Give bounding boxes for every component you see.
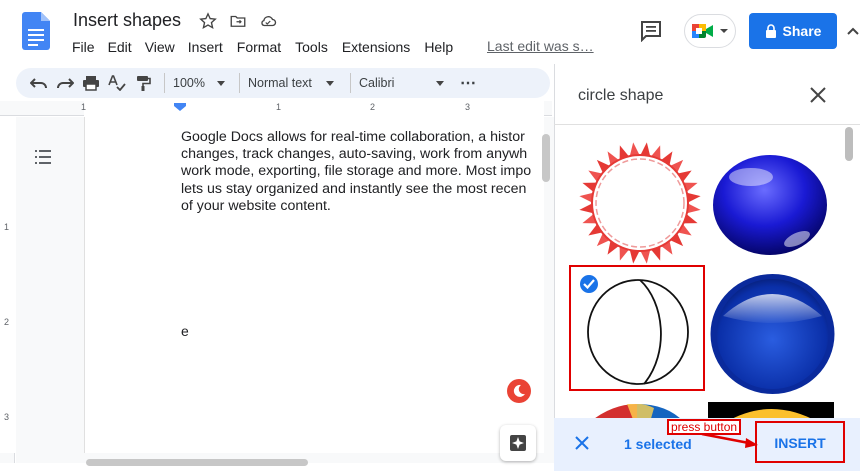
document-vertical-scrollbar[interactable] <box>542 134 550 182</box>
menu-file[interactable]: File <box>72 39 95 55</box>
meet-button[interactable] <box>684 14 736 48</box>
last-edit-link[interactable]: Last edit was s… <box>487 38 594 54</box>
paragraph-style-value: Normal text <box>248 76 312 90</box>
ruler-mark: 1 <box>276 102 282 112</box>
ruler-page-area <box>84 101 544 116</box>
menu-bar: File Edit View Insert Format Tools Exten… <box>72 39 453 55</box>
explore-button[interactable] <box>500 425 536 461</box>
meet-icon <box>692 24 713 38</box>
ruler-mark: 1 <box>81 102 87 112</box>
spellcheck-icon[interactable] <box>104 72 130 94</box>
panel-scrollbar[interactable] <box>845 127 853 161</box>
docs-logo-icon[interactable] <box>22 12 50 50</box>
dropdown-arrow-icon <box>325 80 334 86</box>
menu-format[interactable]: Format <box>237 39 281 55</box>
insert-button[interactable]: INSERT <box>762 428 838 458</box>
star-icon[interactable] <box>199 12 217 30</box>
redo-icon[interactable] <box>52 72 78 94</box>
text-line: of your website content. <box>181 197 331 214</box>
font-select[interactable]: Calibri <box>359 76 453 90</box>
document-title[interactable]: Insert shapes <box>73 10 181 31</box>
document-horizontal-scrollbar[interactable] <box>86 459 308 466</box>
selected-count: 1 selected <box>624 436 692 452</box>
zoom-select[interactable]: 100% <box>173 76 231 90</box>
image-result-blue-sphere[interactable] <box>711 153 829 257</box>
share-button[interactable]: Share <box>749 13 837 49</box>
collapse-menus-icon[interactable] <box>846 24 860 38</box>
moon-badge-icon[interactable] <box>507 379 531 403</box>
print-icon[interactable] <box>78 72 104 94</box>
paragraph-style-select[interactable]: Normal text <box>248 76 342 90</box>
font-value: Calibri <box>359 76 395 90</box>
dropdown-arrow-icon <box>216 80 225 86</box>
text-line: work mode, exporting, file storage and m… <box>181 163 532 180</box>
toolbar-divider <box>350 73 351 93</box>
comment-history-icon[interactable] <box>639 20 663 42</box>
horizontal-ruler[interactable]: 1 1 2 3 <box>0 101 552 116</box>
toolbar-divider <box>239 73 240 93</box>
menu-insert[interactable]: Insert <box>188 39 223 55</box>
more-options-icon[interactable]: ⋯ <box>455 72 481 94</box>
menu-help[interactable]: Help <box>424 39 453 55</box>
checkmark-icon[interactable] <box>578 273 600 295</box>
indent-marker-icon[interactable] <box>174 103 186 111</box>
menu-extensions[interactable]: Extensions <box>342 39 410 55</box>
panel-divider <box>554 124 860 125</box>
ruler-mark: 3 <box>465 102 471 112</box>
dropdown-arrow-icon <box>436 80 445 86</box>
formatting-toolbar: 100% Normal text Calibri ⋯ <box>16 68 550 98</box>
text-line: changes, track changes, auto-saving, wor… <box>181 146 528 163</box>
menu-view[interactable]: View <box>145 39 175 55</box>
panel-search-query[interactable]: circle shape <box>578 87 663 105</box>
close-icon[interactable] <box>808 85 828 105</box>
explore-sparkle-icon <box>510 435 526 451</box>
text-line: lets us stay organized and instantly see… <box>181 180 527 197</box>
share-label: Share <box>782 23 822 39</box>
image-result-red-circle-frame[interactable] <box>577 140 703 266</box>
ruler-mark: 2 <box>370 102 376 112</box>
document-outline-icon[interactable] <box>34 148 52 166</box>
paint-format-icon[interactable] <box>130 72 156 94</box>
toolbar-divider <box>164 73 165 93</box>
title-icons <box>199 12 277 30</box>
annotation-label: press button <box>667 419 742 435</box>
ruler-mark: 2 <box>4 317 10 327</box>
document-body-text[interactable]: Google Docs allows for real-time collabo… <box>181 129 541 215</box>
menu-edit[interactable]: Edit <box>108 39 132 55</box>
zoom-value: 100% <box>173 76 205 90</box>
document-text-fragment[interactable]: e <box>181 323 189 339</box>
clear-selection-icon[interactable] <box>572 433 592 453</box>
menu-tools[interactable]: Tools <box>295 39 328 55</box>
undo-icon[interactable] <box>26 72 52 94</box>
ruler-mark: 1 <box>4 222 10 232</box>
image-result-blue-button[interactable] <box>709 272 836 396</box>
cloud-status-icon[interactable] <box>259 12 277 30</box>
lock-icon <box>765 24 776 38</box>
chevron-down-icon <box>720 29 728 33</box>
ruler-page-area <box>0 117 15 453</box>
text-line: Google Docs allows for real-time collabo… <box>181 129 525 145</box>
move-folder-icon[interactable] <box>229 12 247 30</box>
google-docs-window: Insert shapes File Edit View Insert Form… <box>0 0 860 471</box>
ruler-mark: 3 <box>4 412 10 422</box>
vertical-ruler[interactable]: 1 2 3 <box>0 117 15 463</box>
